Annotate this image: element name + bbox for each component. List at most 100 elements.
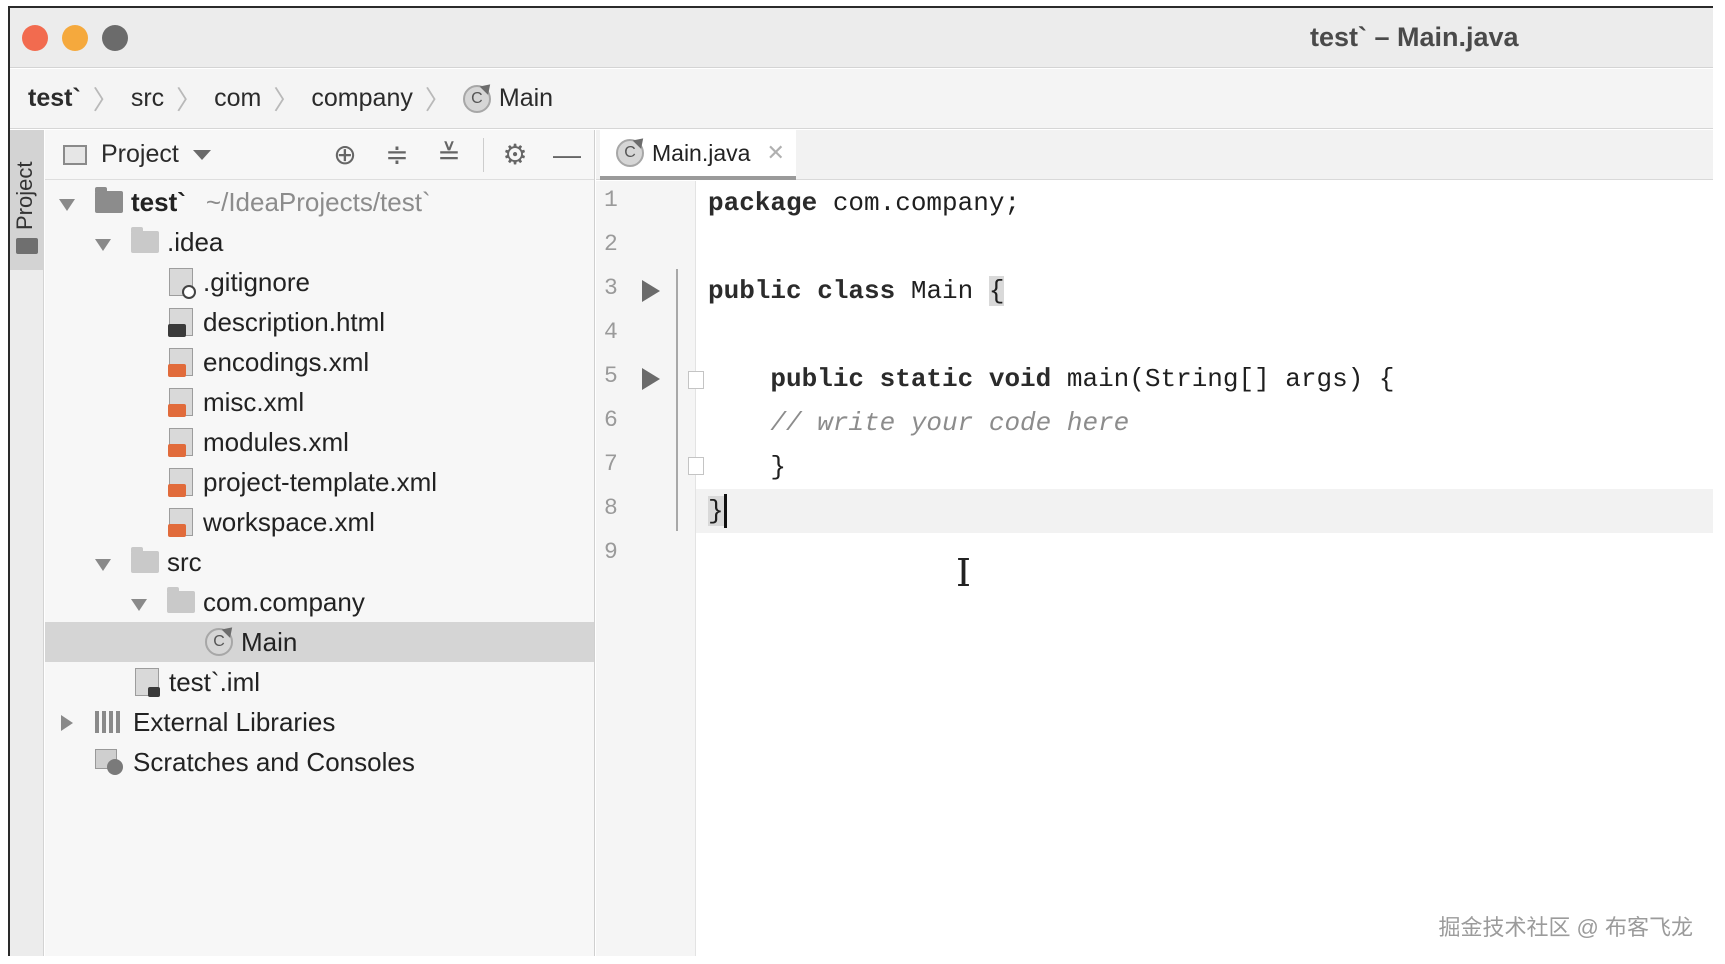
- code-line-9[interactable]: [696, 533, 1713, 577]
- gear-icon[interactable]: ⚙: [499, 139, 531, 171]
- tree-item-gitignore[interactable]: .gitignore: [45, 262, 594, 302]
- code-editor: C Main.java ✕ 1 2 3 4 5 6 7 8 9 package …: [596, 130, 1713, 956]
- tab-main-java[interactable]: C Main.java ✕: [600, 130, 796, 180]
- expand-arrow-icon[interactable]: [95, 547, 117, 578]
- tree-item-label: .idea: [167, 226, 224, 257]
- tab-label: Main.java: [652, 139, 751, 166]
- tree-item-test-iml[interactable]: test`.iml: [45, 662, 594, 702]
- code-line-1[interactable]: package com.company;: [696, 181, 1713, 225]
- matched-brace: {: [988, 276, 1005, 306]
- line-number: 6: [604, 407, 618, 433]
- tree-item-label: src: [167, 546, 202, 577]
- matched-brace: }: [708, 496, 724, 526]
- project-view-icon: [63, 144, 87, 165]
- tree-item-external-libraries[interactable]: External Libraries: [45, 702, 594, 742]
- hide-panel-icon[interactable]: —: [551, 139, 583, 171]
- tree-item-main[interactable]: C Main: [45, 622, 594, 662]
- close-icon[interactable]: ✕: [766, 140, 784, 166]
- breadcrumb-src[interactable]: src: [131, 84, 164, 113]
- line-number: 5: [604, 363, 618, 389]
- code-keyword: public static void: [708, 364, 1052, 394]
- expand-arrow-icon[interactable]: [59, 187, 81, 218]
- tree-item-label: workspace.xml: [203, 506, 375, 537]
- code-area[interactable]: package com.company; public class Main {…: [696, 181, 1713, 956]
- line-number: 2: [604, 231, 618, 257]
- scratches-icon: [95, 749, 123, 775]
- code-keyword: public class: [708, 276, 896, 306]
- line-number: 8: [604, 495, 618, 521]
- chevron-right-icon: 〉: [176, 85, 203, 115]
- run-icon[interactable]: [642, 368, 660, 390]
- ide-window: test` – Main.java test` 〉 src 〉 com 〉 co…: [8, 6, 1713, 956]
- class-icon: C: [462, 84, 491, 113]
- collapse-all-icon[interactable]: ≚: [433, 139, 465, 171]
- code-line-5[interactable]: public static void main(String[] args) {: [696, 357, 1713, 401]
- expand-arrow-icon[interactable]: [131, 587, 153, 618]
- module-file-icon: [135, 668, 160, 697]
- class-icon: C: [205, 628, 233, 656]
- code-line-6[interactable]: // write your code here: [696, 401, 1713, 445]
- tree-item-misc-xml[interactable]: misc.xml: [45, 382, 594, 422]
- tree-item-label: Main: [241, 626, 298, 657]
- line-number: 1: [604, 187, 618, 213]
- folder-icon: [131, 227, 159, 253]
- xml-file-icon: [168, 508, 193, 537]
- code-line-4[interactable]: [696, 313, 1713, 357]
- zoom-window-button[interactable]: [102, 25, 128, 51]
- tree-item-src[interactable]: src: [45, 542, 594, 582]
- tool-window-strip: Project: [10, 130, 44, 956]
- expand-arrow-icon[interactable]: [95, 227, 117, 258]
- line-number: 4: [604, 319, 618, 345]
- breadcrumb-company[interactable]: company: [311, 84, 412, 113]
- tree-item-label: misc.xml: [203, 386, 305, 417]
- project-view-selector[interactable]: Project: [101, 140, 179, 169]
- code-line-3[interactable]: public class Main {: [696, 269, 1713, 313]
- tree-item-label: com.company: [203, 586, 365, 617]
- chevron-right-icon: 〉: [273, 85, 300, 115]
- breadcrumb: test` 〉 src 〉 com 〉 company 〉 C Main: [10, 69, 1713, 129]
- tree-item-description-html[interactable]: description.html: [45, 302, 594, 342]
- line-number: 7: [604, 451, 618, 477]
- tree-item-idea[interactable]: .idea: [45, 222, 594, 262]
- project-path: ~/IdeaProjects/test`: [205, 186, 431, 217]
- chevron-right-icon: 〉: [92, 85, 119, 115]
- tree-item-root[interactable]: test` ~/IdeaProjects/test`: [45, 182, 594, 222]
- module-folder-icon: [95, 187, 123, 213]
- tree-item-scratches[interactable]: Scratches and Consoles: [45, 742, 594, 782]
- code-keyword: package: [708, 188, 818, 218]
- expand-arrow-icon[interactable]: [61, 707, 83, 738]
- tree-item-encodings-xml[interactable]: encodings.xml: [45, 342, 594, 382]
- editor-tab-bar: C Main.java ✕: [596, 130, 1713, 180]
- close-window-button[interactable]: [22, 25, 48, 51]
- tree-item-modules-xml[interactable]: modules.xml: [45, 422, 594, 462]
- chevron-right-icon: 〉: [424, 85, 451, 115]
- project-tool-tab[interactable]: Project: [10, 130, 44, 270]
- tree-item-workspace-xml[interactable]: workspace.xml: [45, 502, 594, 542]
- locate-icon[interactable]: ⊕: [329, 139, 361, 171]
- breadcrumb-com[interactable]: com: [214, 84, 261, 113]
- tree-item-label: test`.iml: [169, 666, 260, 697]
- code-line-7[interactable]: }: [696, 445, 1713, 489]
- breadcrumb-project[interactable]: test`: [28, 84, 81, 113]
- tree-item-com-company[interactable]: com.company: [45, 582, 594, 622]
- code-comment: // write your code here: [708, 408, 1130, 438]
- chevron-down-icon[interactable]: [192, 149, 211, 160]
- breadcrumb-main[interactable]: C Main: [462, 84, 554, 113]
- tree-item-label: .gitignore: [203, 266, 310, 297]
- xml-file-icon: [168, 388, 193, 417]
- code-line-2[interactable]: [696, 225, 1713, 269]
- breadcrumb-main-label: Main: [498, 84, 554, 112]
- window-title: test` – Main.java: [1310, 22, 1519, 52]
- code-line-8[interactable]: }: [696, 489, 1713, 533]
- title-bar: test` – Main.java: [10, 8, 1713, 68]
- project-panel-header: Project ⊕ ≑ ≚ ⚙ —: [45, 130, 594, 180]
- libraries-icon: [95, 711, 123, 733]
- tree-item-project-template-xml[interactable]: project-template.xml: [45, 462, 594, 502]
- run-icon[interactable]: [642, 280, 660, 302]
- code-text: main(String[] args) {: [1051, 364, 1395, 394]
- scope-indicator: [676, 269, 678, 531]
- minimize-window-button[interactable]: [62, 25, 88, 51]
- expand-all-icon[interactable]: ≑: [381, 139, 413, 171]
- class-icon: C: [616, 139, 644, 167]
- package-icon: [167, 587, 195, 613]
